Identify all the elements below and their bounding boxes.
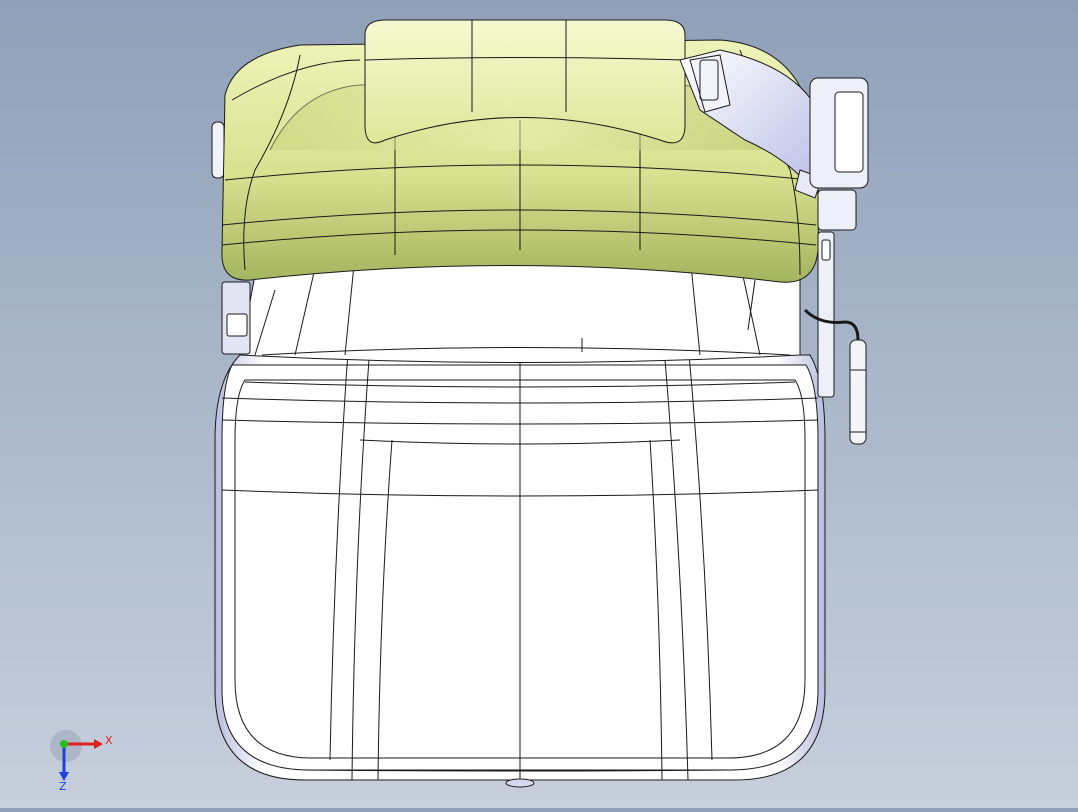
x-axis-label: X xyxy=(105,734,113,747)
y-axis-dot xyxy=(60,740,68,748)
seat-model[interactable] xyxy=(0,0,1078,808)
x-axis-arrowhead xyxy=(94,739,103,749)
cad-viewport[interactable]: X Z xyxy=(0,0,1078,808)
z-axis-label: Z xyxy=(59,780,67,792)
axis-triad: X Z xyxy=(48,728,118,793)
